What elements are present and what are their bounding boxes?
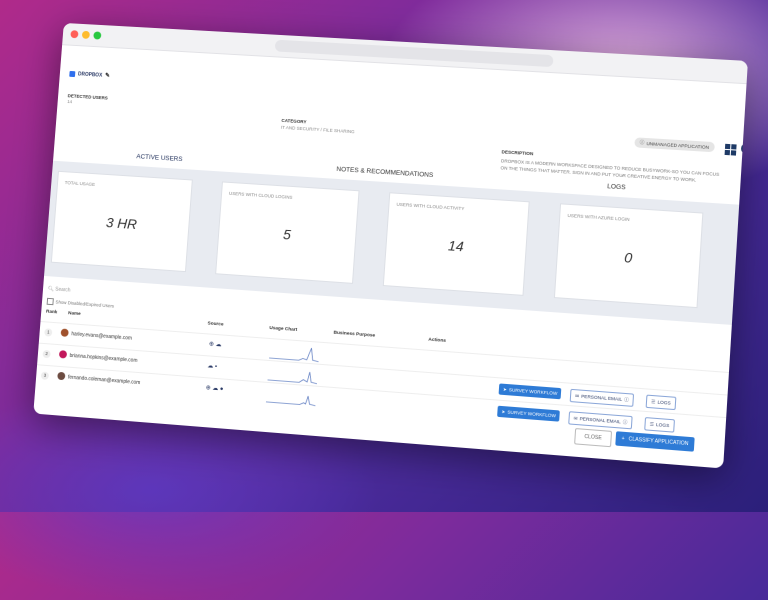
rank-badge: 3 [41,372,49,380]
usage-sparkline [269,341,320,363]
description-label: DESCRIPTION [501,149,533,156]
stat-card-total-usage: TOTAL USAGE 3 HR [51,171,193,272]
user-email[interactable]: brianna.hopkins@example.com [69,353,137,364]
survey-label: SURVEY WORKFLOW [507,410,556,419]
user-email[interactable]: harley.evans@example.com [71,331,132,341]
survey-workflow-button[interactable]: ➤ SURVEY WORKFLOW [497,406,560,422]
stat-value: 5 [219,222,356,247]
stat-card-cloud-logins: USERS WITH CLOUD LOGINS 5 [215,181,359,283]
header-actions: Actions [428,338,446,344]
usage-sparkline [267,363,318,385]
app-window: DROPBOX ✎ DETECTED USERS 14 CATEGORY IT … [33,23,748,469]
personal-email-button[interactable]: ✉ PERSONAL EMAIL ⓘ [568,411,633,429]
avatar [57,372,65,380]
email-label: PERSONAL EMAIL [580,416,621,424]
badge-label: UNMANAGED APPLICATION [646,141,709,150]
classify-label: CLASSIFY APPLICATION [628,436,688,447]
personal-email-button[interactable]: ✉ PERSONAL EMAIL ⓘ [570,389,635,407]
survey-label: SURVEY WORKFLOW [509,387,558,396]
usage-sparkline [266,385,317,407]
avatar [59,350,67,358]
search-placeholder: Search [55,287,71,294]
logs-label: LOGS [656,422,670,428]
stat-card-cloud-activity: USERS WITH CLOUD ACTIVITY 14 [383,192,530,296]
stat-value: 3 HR [55,211,189,236]
detected-users-label: DETECTED USERS [68,93,108,100]
search-input[interactable]: 🔍︎ Search [48,286,71,294]
source-icons: ☁ ▪ [207,362,217,370]
rank-badge: 2 [42,350,50,358]
category-label: CATEGORY [281,118,306,124]
avatar [61,328,69,336]
edit-icon[interactable]: ✎ [105,72,110,79]
minimize-window-button[interactable] [82,31,90,39]
show-disabled-checkbox[interactable]: Show Disabled/Expired Users [47,298,115,310]
stat-label: TOTAL USAGE [65,180,96,187]
info-icon: ⓘ [640,140,645,146]
stat-card-azure-login: USERS WITH AZURE LOGIN 0 [554,203,703,308]
plus-icon: + [621,436,624,442]
stat-value: 14 [386,233,526,258]
search-icon: 🔍︎ [48,286,55,292]
stat-label: USERS WITH CLOUD LOGINS [229,191,293,200]
logs-label: LOGS [657,400,671,406]
show-disabled-label: Show Disabled/Expired Users [55,299,114,308]
detected-users-value: 14 [67,99,72,104]
source-icons: ⊕ ☁ ● [206,384,224,392]
windows-icon [725,144,737,156]
logs-button[interactable]: ☰ LOGS [646,395,677,411]
checkbox-box[interactable] [47,298,54,305]
close-window-button[interactable] [70,30,78,38]
stat-label: USERS WITH CLOUD ACTIVITY [396,202,464,211]
user-email[interactable]: fernando.coleman@example.com [68,375,141,387]
stat-value: 0 [557,245,699,271]
header-rank: Rank [46,310,58,316]
survey-workflow-button[interactable]: ➤ SURVEY WORKFLOW [499,383,562,399]
email-label: PERSONAL EMAIL [581,394,622,402]
source-icons: ⊕ ☁ [209,340,222,348]
app-title: DROPBOX ✎ [69,70,110,79]
logs-button[interactable]: ☰ LOGS [644,417,675,433]
maximize-window-button[interactable] [93,31,101,39]
unmanaged-badge: ⓘ UNMANAGED APPLICATION [634,137,714,152]
stat-label: USERS WITH AZURE LOGIN [567,213,630,222]
rank-badge: 1 [44,328,52,336]
category-value: IT AND SECURITY / FILE SHARING [281,125,355,134]
header-business-purpose: Business Purpose [333,331,375,339]
header-usage-chart: Usage Chart [269,326,297,333]
header-name: Name [68,311,81,317]
app-name-text: DROPBOX [78,71,103,78]
dropbox-logo-icon [69,70,75,76]
header-source: Source [207,321,223,327]
close-button[interactable]: CLOSE [574,428,612,447]
